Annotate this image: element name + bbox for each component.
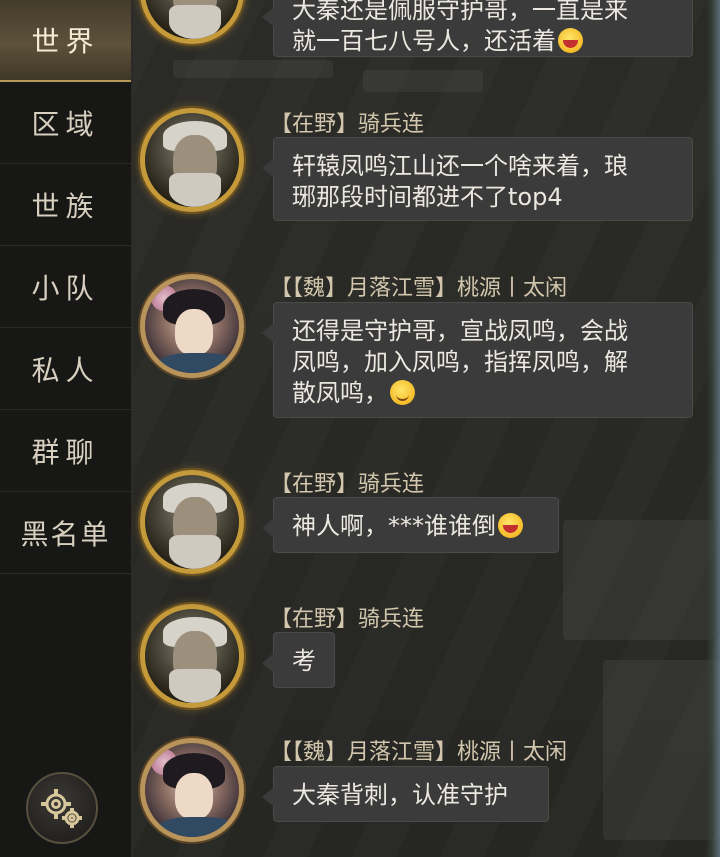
tab-region[interactable]: 区域 — [0, 82, 131, 164]
tab-world-label: 世界 — [31, 25, 100, 58]
message-text-line: 考 — [292, 647, 316, 675]
channel-sidebar: 世界 区域 世族 小队 私人 群聊 黑名单 — [0, 0, 133, 857]
tab-clan[interactable]: 世族 — [0, 164, 131, 246]
tab-group-chat-label: 群聊 — [31, 435, 100, 469]
message-bubble[interactable]: 考 — [262, 632, 335, 688]
message-text-line: 轩辕凤鸣江山还一个啥来着，琅 — [292, 152, 628, 180]
old-general-avatar[interactable] — [140, 470, 244, 574]
old-general-avatar[interactable] — [140, 604, 244, 708]
message-text-line: 凤鸣，加入凤鸣，指挥凤鸣，解 — [292, 348, 628, 376]
tab-squad[interactable]: 小队 — [0, 246, 131, 328]
message-bubble[interactable]: 大秦背刺，认准守护 — [262, 766, 549, 822]
smiling-emoji-icon — [390, 380, 415, 405]
tab-private[interactable]: 私人 — [0, 328, 131, 410]
tab-private-label: 私人 — [31, 353, 100, 387]
tab-clan-label: 世族 — [31, 189, 100, 223]
sender-name: 【【魏】月落江雪】桃源丨太闲 — [270, 276, 568, 301]
message-text-line: 还得是守护哥，宣战凤鸣，会战 — [292, 317, 628, 345]
message-bubble[interactable]: 大秦还是佩服守护哥，一直是来 就一百七八号人，还活着 — [262, 0, 693, 57]
tab-blacklist-label: 黑名单 — [20, 517, 111, 551]
message-bubble[interactable]: 轩辕凤鸣江山还一个啥来着，琅 琊那段时间都进不了top4 — [262, 137, 693, 221]
message-bubble[interactable]: 还得是守护哥，宣战凤鸣，会战 凤鸣，加入凤鸣，指挥凤鸣，解 散凤鸣， — [262, 302, 693, 418]
tab-region-label: 区域 — [31, 107, 100, 141]
sender-name: 【在野】骑兵连 — [270, 112, 425, 137]
tab-squad-label: 小队 — [31, 271, 100, 305]
message-text-line: 琊那段时间都进不了top4 — [292, 183, 563, 211]
sender-name: 【在野】骑兵连 — [270, 472, 425, 497]
grinning-emoji-icon — [498, 513, 523, 538]
grinning-emoji-icon — [558, 28, 583, 53]
tab-group-chat[interactable]: 群聊 — [0, 410, 131, 492]
message-text-line: 大秦背刺，认准守护 — [292, 781, 508, 809]
sender-name: 【在野】骑兵连 — [270, 607, 425, 632]
message-text-line: 神人啊，***谁谁倒 — [292, 512, 496, 540]
lady-avatar[interactable] — [140, 738, 244, 842]
message-text-line: 大秦还是佩服守护哥，一直是来 — [292, 0, 628, 24]
tab-blacklist[interactable]: 黑名单 — [0, 492, 131, 574]
old-general-avatar[interactable] — [140, 108, 244, 212]
tab-world[interactable]: 世界 — [0, 0, 131, 82]
message-text-line: 就一百七八号人，还活着 — [292, 27, 556, 55]
settings-button[interactable] — [26, 772, 98, 844]
gear-icon — [41, 789, 82, 828]
message-bubble[interactable]: 神人啊，***谁谁倒 — [262, 497, 559, 553]
lady-avatar[interactable] — [140, 274, 244, 378]
message-text-line: 散凤鸣， — [292, 379, 388, 407]
sender-name: 【【魏】月落江雪】桃源丨太闲 — [270, 740, 568, 765]
